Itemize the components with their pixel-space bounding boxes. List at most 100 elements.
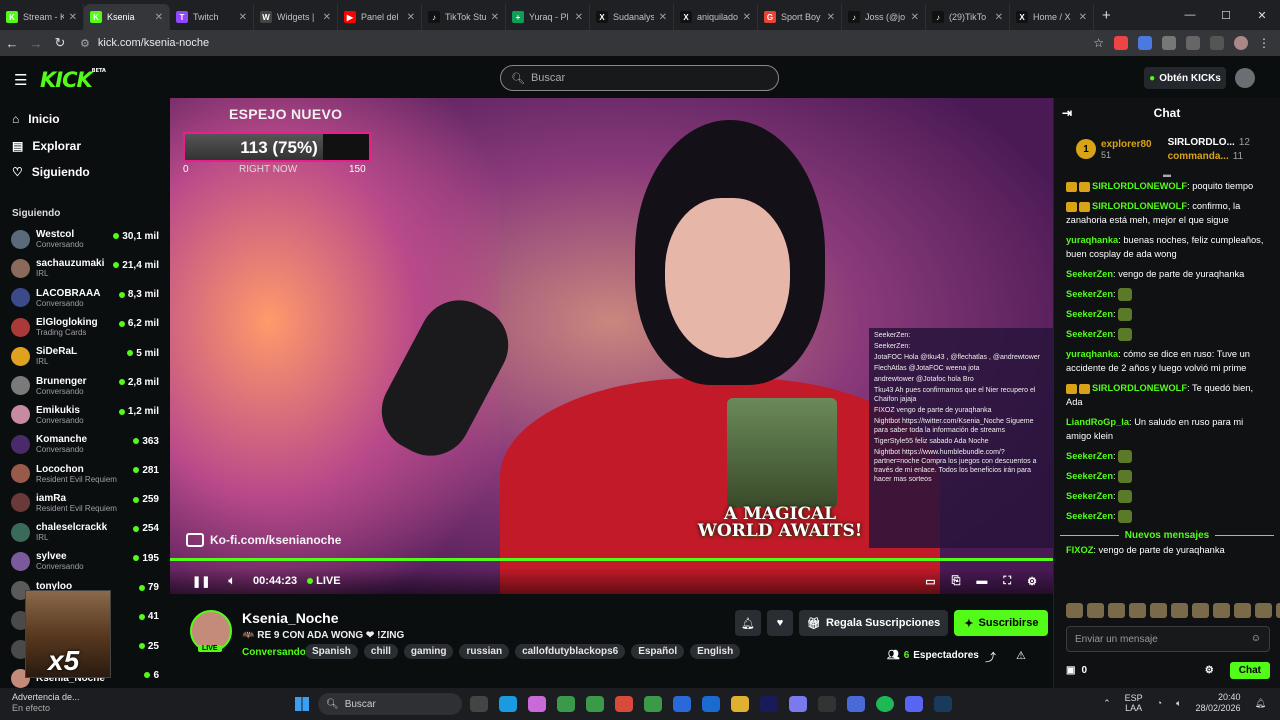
weather-widget[interactable]: Advertencia de... En efecto: [12, 692, 80, 714]
notification-bell-button[interactable]: 🔔︎: [735, 610, 761, 636]
volume-icon[interactable]: 🔈︎: [228, 575, 235, 588]
tag-chip[interactable]: russian: [459, 644, 510, 659]
split-icon[interactable]: [1210, 36, 1224, 50]
progress-bar[interactable]: [170, 558, 1053, 561]
emote-icon[interactable]: [1150, 603, 1167, 618]
taskbar-search[interactable]: 🔍︎ Buscar: [318, 693, 462, 715]
puzzle-icon[interactable]: [1162, 36, 1176, 50]
chat-username[interactable]: SIRLORDLONEWOLF: [1092, 181, 1187, 191]
chat-settings-icon[interactable]: ⚙: [1205, 665, 1214, 676]
tab-close-icon[interactable]: ✕: [659, 12, 667, 23]
chat-username[interactable]: SeekerZen: [1066, 329, 1113, 339]
nav-inicio[interactable]: ⌂ Inicio: [0, 106, 170, 133]
tab-close-icon[interactable]: ✕: [407, 12, 415, 23]
edge-icon[interactable]: [499, 696, 517, 712]
chrome-icon-3[interactable]: [615, 696, 633, 712]
close-icon[interactable]: ✕: [1244, 9, 1280, 22]
chat-username[interactable]: SeekerZen: [1066, 511, 1113, 521]
browser-tab[interactable]: G Sport Boy ✕: [758, 4, 842, 30]
tag-chip[interactable]: Español: [631, 644, 685, 659]
spotify-icon[interactable]: [876, 696, 894, 712]
get-kicks-button[interactable]: ● Obtén KICKs: [1144, 67, 1226, 89]
chat-username[interactable]: SeekerZen: [1066, 471, 1113, 481]
steam-icon[interactable]: [934, 696, 952, 712]
kick-logo[interactable]: KICKBETA: [40, 68, 106, 92]
browser-tab[interactable]: T Twitch ✕: [170, 4, 254, 30]
chrome-icon[interactable]: [557, 696, 575, 712]
emote-icon[interactable]: [1276, 603, 1280, 618]
video-player[interactable]: ESPEJO NUEVO 113 (75%) 0 RIGHT NOW 150 A…: [170, 98, 1053, 594]
chat-username[interactable]: LiandRoGp_la: [1066, 417, 1129, 427]
following-item[interactable]: iamRa Resident Evil Requiem 259: [0, 488, 170, 517]
chat-username[interactable]: SIRLORDLONEWOLF: [1092, 383, 1187, 393]
tab-close-icon[interactable]: ✕: [911, 12, 919, 23]
tab-close-icon[interactable]: ✕: [239, 12, 247, 23]
forward-icon[interactable]: →: [24, 36, 48, 51]
following-item[interactable]: ElGlogloking Trading Cards 6,2 mil: [0, 312, 170, 341]
stream-category[interactable]: Conversando: [242, 647, 306, 658]
clip-icon[interactable]: ⎘: [952, 575, 961, 588]
browser-tab[interactable]: Xaniquilado ✕: [674, 4, 758, 30]
chat-username[interactable]: SeekerZen: [1066, 491, 1113, 501]
follow-heart-button[interactable]: ♥: [767, 610, 793, 636]
chrome-icon-4[interactable]: [644, 696, 662, 712]
fullscreen-icon[interactable]: ⛶: [1003, 575, 1011, 588]
browser-tab[interactable]: ♪ Joss (@jo ✕: [842, 4, 926, 30]
site-info-icon[interactable]: ⚙: [80, 37, 90, 50]
chat-username[interactable]: SeekerZen: [1066, 309, 1113, 319]
tag-chip[interactable]: callofdutyblackops6: [515, 644, 626, 659]
chat-username[interactable]: yuraqhanka: [1066, 235, 1118, 245]
chat-input[interactable]: Enviar un mensaje ☺: [1066, 626, 1270, 652]
tab-close-icon[interactable]: ✕: [827, 12, 835, 23]
premiere-icon[interactable]: [760, 696, 778, 712]
browser-tab[interactable]: X Home / X ✕: [1010, 4, 1094, 30]
bookmark-star-icon[interactable]: ☆: [1093, 36, 1104, 50]
channel-name[interactable]: Ksenia_Noche: [242, 610, 338, 626]
hamburger-menu-icon[interactable]: ☰: [14, 71, 27, 89]
points-icon[interactable]: ▣: [1066, 665, 1075, 676]
following-item[interactable]: LACOBRAAA Conversando 8,3 mil: [0, 283, 170, 312]
chat-username[interactable]: FIXOZ: [1066, 545, 1093, 555]
app-icon-3[interactable]: [847, 696, 865, 712]
browser-tab[interactable]: K Ksenia ✕: [84, 4, 170, 30]
pause-icon[interactable]: ❚❚: [192, 575, 210, 588]
windows-start-icon[interactable]: [295, 697, 309, 711]
browser-tab[interactable]: K Stream - K ✕: [0, 4, 84, 30]
following-item[interactable]: Brunenger Conversando 2,8 mil: [0, 371, 170, 400]
clock[interactable]: 20:40 28/02/2026: [1196, 692, 1241, 714]
emote-icon[interactable]: [1192, 603, 1209, 618]
following-item[interactable]: Emikukis Conversando 1,2 mil: [0, 400, 170, 429]
following-item[interactable]: SiDeRaL IRL 5 mil: [0, 342, 170, 371]
emote-icon[interactable]: [1066, 603, 1083, 618]
browser-tab[interactable]: + Yuraq - Pl ✕: [506, 4, 590, 30]
extension-icon[interactable]: [1114, 36, 1128, 50]
following-item[interactable]: sachauzumaki IRL 21,4 mil: [0, 254, 170, 283]
mini-player-icon[interactable]: ▭: [925, 575, 935, 588]
browser-tab[interactable]: W Widgets | ✕: [254, 4, 338, 30]
menu-dots-icon[interactable]: ⋮: [1258, 36, 1270, 50]
tab-close-icon[interactable]: ✕: [491, 12, 499, 23]
chat-username[interactable]: SeekerZen: [1066, 289, 1113, 299]
discord-icon[interactable]: [905, 696, 923, 712]
tab-close-icon[interactable]: ✕: [995, 12, 1003, 23]
emote-icon[interactable]: [1171, 603, 1188, 618]
following-item[interactable]: Komanche Conversando 363: [0, 430, 170, 459]
tag-chip[interactable]: English: [690, 644, 741, 659]
minimize-icon[interactable]: —: [1172, 9, 1208, 21]
emote-icon[interactable]: [1213, 603, 1230, 618]
new-messages-divider[interactable]: Nuevos mensajes: [1054, 530, 1280, 541]
collapse-chat-icon[interactable]: ⇥: [1062, 106, 1072, 120]
report-icon[interactable]: ⚠: [1016, 649, 1026, 662]
user-avatar[interactable]: [1235, 68, 1255, 88]
tag-chip[interactable]: Spanish: [305, 644, 358, 659]
browser-tab[interactable]: ♪ TikTok Stu ✕: [422, 4, 506, 30]
emote-icon[interactable]: [1087, 603, 1104, 618]
emote-icon[interactable]: [1234, 603, 1251, 618]
browser-tab[interactable]: ♪ (29)TikTo ✕: [926, 4, 1010, 30]
tab-close-icon[interactable]: ✕: [323, 12, 331, 23]
chat-username[interactable]: yuraqhanka: [1066, 349, 1118, 359]
folder-icon[interactable]: [731, 696, 749, 712]
browser-tab[interactable]: ▶ Panel del ✕: [338, 4, 422, 30]
settings-gear-icon[interactable]: ⚙: [1027, 575, 1037, 588]
subscribe-button[interactable]: ✦ Suscribirse: [954, 610, 1049, 636]
